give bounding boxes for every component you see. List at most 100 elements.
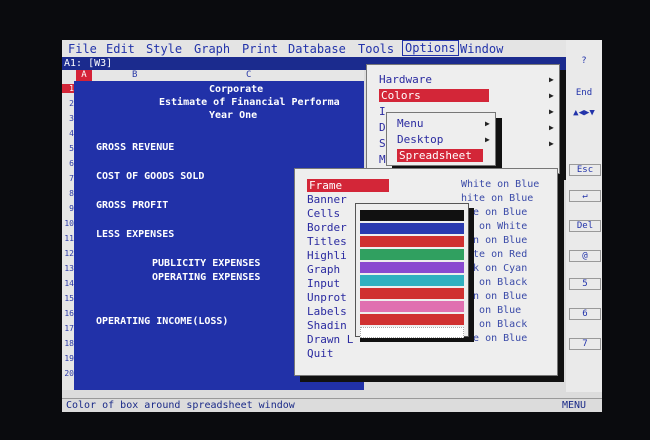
row-number[interactable]: 10 <box>62 219 74 228</box>
row-number[interactable]: 19 <box>62 354 74 363</box>
enter-button[interactable]: ↵ <box>569 190 601 202</box>
speedbar: ? End ▲◀▶▼ Esc ↵ Del @ 5 6 7 <box>566 40 602 392</box>
column-c-header[interactable]: C <box>246 70 251 80</box>
menu-item-shading[interactable]: Shadin <box>307 319 347 332</box>
less-expenses-label[interactable]: LESS EXPENSES <box>96 229 174 240</box>
submenu-arrow-icon: ▶ <box>549 75 554 84</box>
gross-profit-label[interactable]: GROSS PROFIT <box>96 200 168 211</box>
palette-row-red-2[interactable] <box>360 288 464 299</box>
color-palette[interactable] <box>355 203 469 338</box>
menu-item-desktop[interactable]: Desktop <box>397 133 443 146</box>
at-button[interactable]: @ <box>569 250 601 262</box>
palette-row-cyan[interactable] <box>360 275 464 286</box>
sheet-title-1[interactable]: Corporate <box>209 84 263 95</box>
row-number[interactable]: 6 <box>62 159 74 168</box>
palette-row-purple[interactable] <box>360 262 464 273</box>
setting-unprot: yan on Blue <box>461 291 528 302</box>
row-number[interactable]: 18 <box>62 339 74 348</box>
six-button[interactable]: 6 <box>569 308 601 320</box>
row-number[interactable]: 1 <box>62 84 74 93</box>
menu-item-menu[interactable]: Menu <box>397 117 424 130</box>
operating-income-label[interactable]: OPERATING INCOME(LOSS) <box>96 316 228 327</box>
row-number[interactable]: 7 <box>62 174 74 183</box>
menu-item-quit[interactable]: Quit <box>307 347 334 360</box>
row-number[interactable]: 8 <box>62 189 74 198</box>
menu-item-spreadsheet[interactable]: Spreadsheet <box>397 149 483 162</box>
palette-row-pink[interactable] <box>360 301 464 312</box>
seven-button[interactable]: 7 <box>569 338 601 350</box>
del-button[interactable]: Del <box>569 220 601 232</box>
menu-item-input[interactable]: Input <box>307 277 340 290</box>
esc-button[interactable]: Esc <box>569 164 601 176</box>
menu-item-labels[interactable]: Labels <box>307 305 347 318</box>
menu-tools[interactable]: Tools <box>358 42 394 56</box>
row-number[interactable]: 3 <box>62 114 74 123</box>
submenu-arrow-icon: ▶ <box>485 135 490 144</box>
menu-item-frame[interactable]: Frame <box>307 179 389 192</box>
menu-item-drawn-lines[interactable]: Drawn L <box>307 333 353 346</box>
menu-item-i[interactable]: I <box>379 105 386 118</box>
operating-expenses-label[interactable]: OPERATING EXPENSES <box>152 272 260 283</box>
setting-banner: hite on Blue <box>461 193 534 204</box>
menu-database[interactable]: Database <box>288 42 346 56</box>
menu-item-graph[interactable]: Graph <box>307 263 340 276</box>
menu-item-border[interactable]: Border <box>307 221 347 234</box>
gross-revenue-label[interactable]: GROSS REVENUE <box>96 142 174 153</box>
menu-print[interactable]: Print <box>242 42 278 56</box>
menu-item-banner[interactable]: Banner <box>307 193 347 206</box>
palette-row-white[interactable] <box>360 327 464 338</box>
row-number[interactable]: 14 <box>62 279 74 288</box>
sheet-title-2[interactable]: Estimate of Financial Performa <box>159 97 340 108</box>
menu-item-hardware[interactable]: Hardware <box>379 73 432 86</box>
column-a-header[interactable]: A <box>76 70 92 81</box>
row-number[interactable]: 5 <box>62 144 74 153</box>
help-button[interactable]: ? <box>569 56 599 66</box>
menu-item-colors[interactable]: Colors <box>379 89 489 102</box>
palette-row-blue[interactable] <box>360 223 464 234</box>
menu-item-cells[interactable]: Cells <box>307 207 340 220</box>
setting-input: te on Black <box>461 277 528 288</box>
row-number[interactable]: 4 <box>62 129 74 138</box>
cogs-label[interactable]: COST OF GOODS SOLD <box>96 171 204 182</box>
row-number[interactable]: 13 <box>62 264 74 273</box>
menu-edit[interactable]: Edit <box>106 42 135 56</box>
row-number[interactable]: 11 <box>62 234 74 243</box>
menu-item-m[interactable]: M <box>379 153 386 166</box>
menu-item-highlight[interactable]: Highli <box>307 249 347 262</box>
end-button[interactable]: End <box>569 88 599 98</box>
row-number[interactable]: 16 <box>62 309 74 318</box>
palette-row-green[interactable] <box>360 249 464 260</box>
row-number[interactable]: 2 <box>62 99 74 108</box>
row-number[interactable]: 20 <box>62 369 74 378</box>
arrow-keys-icon[interactable]: ▲◀▶▼ <box>569 108 599 118</box>
column-b-header[interactable]: B <box>132 70 137 80</box>
palette-row-red[interactable] <box>360 236 464 247</box>
colors-submenu: Menu Desktop Spreadsheet ▶ ▶ <box>386 112 496 166</box>
setting-titles: yan on Blue <box>461 235 528 246</box>
row-number[interactable]: 15 <box>62 294 74 303</box>
publicity-expenses-label[interactable]: PUBLICITY EXPENSES <box>152 258 260 269</box>
row-number[interactable]: 12 <box>62 249 74 258</box>
palette-row-red-3[interactable] <box>360 314 464 325</box>
five-button[interactable]: 5 <box>569 278 601 290</box>
setting-cells: ite on Blue <box>461 207 528 218</box>
menu-item-d[interactable]: D <box>379 121 386 134</box>
sheet-title-3[interactable]: Year One <box>209 110 257 121</box>
row-number[interactable]: 17 <box>62 324 74 333</box>
quattro-pro-screen: File Edit Style Graph Print Database Too… <box>62 40 602 412</box>
menu-file[interactable]: File <box>68 42 97 56</box>
menu-style[interactable]: Style <box>146 42 182 56</box>
menu-item-unprot[interactable]: Unprot <box>307 291 347 304</box>
submenu-arrow-icon: ▶ <box>549 139 554 148</box>
palette-row-black[interactable] <box>360 210 464 221</box>
menu-options[interactable]: Options <box>402 40 459 56</box>
menu-item-titles[interactable]: Titles <box>307 235 347 248</box>
setting-frame: White on Blue <box>461 179 540 190</box>
setting-drawn-lines: ite on Blue <box>461 333 528 344</box>
menu-item-s[interactable]: S <box>379 137 386 150</box>
menu-bar: File Edit Style Graph Print Database Too… <box>62 40 602 57</box>
menu-graph[interactable]: Graph <box>194 42 230 56</box>
menu-window[interactable]: Window <box>460 42 503 56</box>
submenu-arrow-icon: ▶ <box>485 119 490 128</box>
row-number[interactable]: 9 <box>62 204 74 213</box>
